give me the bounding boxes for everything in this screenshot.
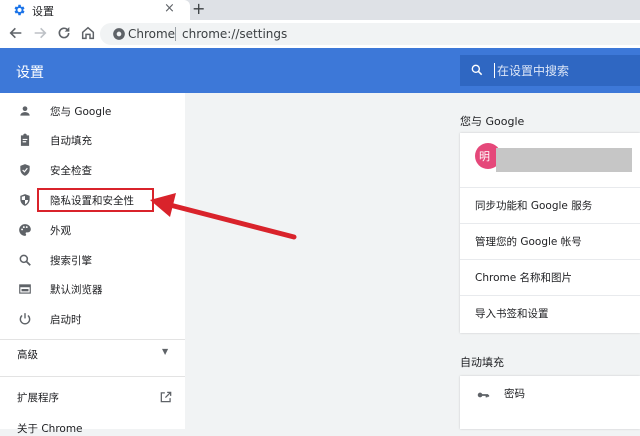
caret-down-icon[interactable]: ▼ xyxy=(162,347,168,356)
gear-icon xyxy=(14,4,25,16)
highlight-box xyxy=(37,188,154,212)
autofill-card: 密码 xyxy=(460,376,640,429)
site-label: Chrome xyxy=(128,27,176,41)
tab-title: 设置 xyxy=(32,5,54,18)
sidebar-item-search-engine[interactable]: 搜索引擎 xyxy=(0,246,185,274)
sidebar-divider xyxy=(0,376,185,377)
search-placeholder: 在设置中搜索 xyxy=(497,64,570,78)
row-label: 同步功能和 Google 服务 xyxy=(475,200,593,212)
open-in-new-icon[interactable] xyxy=(159,390,173,404)
sidebar-item-appearance[interactable]: 外观 xyxy=(0,216,185,244)
address-separator xyxy=(175,27,176,41)
url-text: chrome://settings xyxy=(182,27,288,41)
row-manage-account[interactable]: 管理您的 Google 帐号 xyxy=(460,223,640,260)
sidebar-item-on-startup[interactable]: 启动时 xyxy=(0,305,185,333)
section-title-you-and-google: 您与 Google xyxy=(460,115,525,128)
sidebar-item-label: 启动时 xyxy=(50,314,82,326)
search-icon xyxy=(19,254,31,266)
shield-check-icon xyxy=(20,164,30,176)
reload-icon[interactable] xyxy=(56,25,72,41)
key-icon xyxy=(477,392,490,398)
clipboard-icon xyxy=(20,133,30,146)
person-icon xyxy=(20,106,30,116)
row-sync-services[interactable]: 同步功能和 Google 服务 xyxy=(460,187,640,224)
shield-icon xyxy=(20,194,30,206)
row-passwords[interactable]: 密码 xyxy=(460,376,640,420)
new-tab-button[interactable]: + xyxy=(192,0,205,18)
sidebar-item-label: 您与 Google xyxy=(50,106,112,118)
sidebar-divider xyxy=(0,339,185,340)
chrome-icon xyxy=(113,28,125,40)
settings-sidebar: 您与 Google 自动填充 安全检查 隐私设置和安全性 外观 搜索引擎 默认浏… xyxy=(0,93,185,435)
search-icon xyxy=(471,64,483,76)
sidebar-item-you-and-google[interactable]: 您与 Google xyxy=(0,97,185,125)
palette-icon xyxy=(19,224,31,236)
sidebar-item-autofill[interactable]: 自动填充 xyxy=(0,126,185,154)
row-label: 导入书签和设置 xyxy=(475,308,549,320)
settings-header: 设置 在设置中搜索 xyxy=(0,48,640,93)
back-icon[interactable] xyxy=(8,25,24,41)
sidebar-item-label: 搜索引擎 xyxy=(50,255,92,267)
avatar-initial: 明 xyxy=(479,150,490,163)
row-import-bookmarks[interactable]: 导入书签和设置 xyxy=(460,295,640,332)
row-label: 管理您的 Google 帐号 xyxy=(475,236,582,248)
row-label: Chrome 名称和图片 xyxy=(475,272,573,284)
toolbar: Chrome chrome://settings xyxy=(0,20,640,49)
row-name-picture[interactable]: Chrome 名称和图片 xyxy=(460,259,640,296)
sidebar-item-default-browser[interactable]: 默认浏览器 xyxy=(0,275,185,303)
close-tab-button[interactable]: × xyxy=(164,1,175,16)
section-title-autofill: 自动填充 xyxy=(460,356,504,369)
home-icon[interactable] xyxy=(80,25,96,41)
passwords-label: 密码 xyxy=(504,388,525,400)
tab-strip: 设置 × + xyxy=(0,0,640,20)
settings-search-input[interactable]: 在设置中搜索 xyxy=(460,55,640,86)
sidebar-item-safety-check[interactable]: 安全检查 xyxy=(0,156,185,184)
redacted-account-info xyxy=(496,148,632,172)
sidebar-item-label: 安全检查 xyxy=(50,165,92,177)
advanced-toggle[interactable]: 高级 xyxy=(17,347,38,362)
text-cursor xyxy=(494,63,495,78)
tab-settings[interactable]: 设置 × xyxy=(0,0,190,20)
you-and-google-card: 明 同步功能和 Google 服务 管理您的 Google 帐号 Chrome … xyxy=(460,133,640,333)
power-icon xyxy=(19,313,31,325)
extensions-link[interactable]: 扩展程序 xyxy=(17,390,59,405)
page-title: 设置 xyxy=(16,65,44,81)
forward-icon[interactable] xyxy=(32,25,48,41)
sidebar-item-label: 自动填充 xyxy=(50,135,92,147)
sidebar-item-label: 外观 xyxy=(50,225,71,237)
sidebar-item-label: 默认浏览器 xyxy=(50,284,103,296)
browser-icon xyxy=(19,284,31,294)
address-bar[interactable]: Chrome chrome://settings xyxy=(100,23,640,45)
